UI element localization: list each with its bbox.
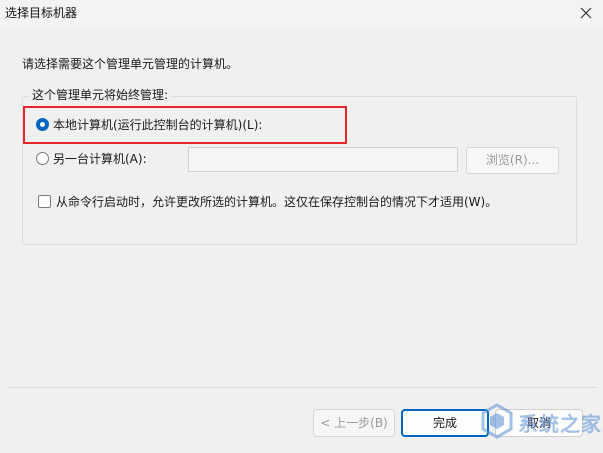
watermark-text: 系统之家 [518,412,602,436]
footer-divider [8,387,596,388]
window-title: 选择目标机器 [5,6,78,20]
allow-change-label[interactable]: 从命令行启动时，允许更改所选的计算机。这仅在保存控制台的情况下才适用(W)。 [56,193,497,210]
computer-name-input[interactable] [188,147,458,172]
local-computer-label[interactable]: 本地计算机(运行此控制台的计算机)(L): [53,116,262,133]
close-button[interactable] [567,0,603,28]
title-bar: 选择目标机器 [0,0,603,28]
back-button[interactable]: < 上一步(B) [313,409,395,437]
group-label: 这个管理单元将始终管理: [30,86,171,103]
close-icon [580,7,592,19]
instruction-text: 请选择需要这个管理单元管理的计算机。 [22,57,239,71]
watermark: 系统之家 [470,396,602,446]
other-computer-label[interactable]: 另一台计算机(A): [53,150,147,167]
local-computer-radio[interactable] [36,118,49,131]
watermark-logo-icon [481,403,513,439]
other-computer-radio[interactable] [36,152,49,165]
allow-change-checkbox[interactable] [38,195,51,208]
browse-button[interactable]: 浏览(R)... [466,147,559,174]
